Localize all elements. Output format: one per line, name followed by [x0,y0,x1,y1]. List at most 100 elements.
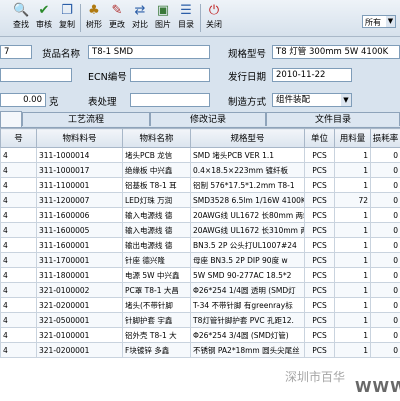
table-cell[interactable]: Φ26*254 3/4圆 (SMD灯管) [191,328,305,343]
date-field[interactable]: 2010-11-22 [272,68,352,82]
spec-field[interactable]: T8 灯管 300mm 5W 4100K [272,45,400,59]
table-cell[interactable]: 堵头PCB 龙信 [123,148,191,163]
table-cell[interactable]: 0 [371,193,400,208]
table-row[interactable]: 4311-1600005输入电源线 德20AWG线 UL1672 长310mm … [1,223,400,238]
tab-process[interactable]: 工艺流程 [22,112,150,126]
table-row[interactable]: 4321-0500001针脚护套 宇鑫T8灯管针脚护套 PVC 孔距12.PCS… [1,313,400,328]
table-cell[interactable]: 1 [335,283,371,298]
table-cell[interactable]: PCS [305,298,335,313]
table-cell[interactable]: 0 [371,268,400,283]
ecn-field[interactable] [130,68,210,82]
table-cell[interactable]: 311-1200007 [37,193,123,208]
table-cell[interactable]: 输入电源线 德 [123,223,191,238]
table-cell[interactable]: 4 [1,283,37,298]
table-cell[interactable]: PCS [305,163,335,178]
table-cell[interactable]: LED灯珠 万润 [123,193,191,208]
table-cell[interactable]: 4 [1,313,37,328]
table-cell[interactable]: PCS [305,178,335,193]
table-row[interactable]: 4321-0100002PC罩 T8-1 大昌Φ26*254 1/4圆 透明 (… [1,283,400,298]
table-cell[interactable]: 1 [335,178,371,193]
column-header[interactable]: 用料量 [335,129,371,148]
table-cell[interactable]: 1 [335,163,371,178]
table-cell[interactable]: PCS [305,343,335,358]
table-cell[interactable]: 311-1600005 [37,223,123,238]
table-cell[interactable]: 311-1600006 [37,208,123,223]
table-cell[interactable]: 0 [371,298,400,313]
table-cell[interactable]: 1 [335,223,371,238]
table-row[interactable]: 4321-0200001F块镀锌 多鑫不锈钢 PA2*18mm 圆头尖尾丝PCS… [1,343,400,358]
table-cell[interactable]: 311-1100001 [37,178,123,193]
table-cell[interactable]: 4 [1,178,37,193]
table-cell[interactable]: BN3.5 2P 公头打UL1007#24 [191,238,305,253]
table-cell[interactable]: 1 [335,253,371,268]
tab-bom[interactable] [0,111,22,127]
filter-select[interactable]: 所有 ▼ [362,15,396,28]
table-cell[interactable]: 1 [335,313,371,328]
table-cell[interactable]: 0 [371,208,400,223]
part-number-field[interactable]: 7 [0,45,32,59]
table-cell[interactable]: 4 [1,148,37,163]
table-cell[interactable]: 0 [371,148,400,163]
table-cell[interactable]: 4 [1,238,37,253]
table-cell[interactable]: 311-1800001 [37,268,123,283]
table-cell[interactable]: Φ26*254 1/4圆 透明 (SMD灯 [191,283,305,298]
table-cell[interactable]: 母座 BN3.5 2P DIP 90度 w [191,253,305,268]
tab-file-catalog[interactable]: 文件目录 [266,112,400,126]
table-row[interactable]: 4311-1800001电源 5W 中兴鑫5W SMD 90-277AC 18.… [1,268,400,283]
table-cell[interactable]: 4 [1,208,37,223]
table-row[interactable]: 4311-1700001针座 德兴隆母座 BN3.5 2P DIP 90度 wP… [1,253,400,268]
table-cell[interactable]: PCS [305,208,335,223]
table-cell[interactable]: 321-0500001 [37,313,123,328]
table-row[interactable]: 4311-1600001输出电源线 德BN3.5 2P 公头打UL1007#24… [1,238,400,253]
table-cell[interactable]: 0 [371,163,400,178]
table-row[interactable]: 4311-1000017绝缘板 中兴鑫0.4×18.5×223mm 镀纤板PCS… [1,163,400,178]
audit-button[interactable]: ✔ 审核 [33,1,55,35]
table-cell[interactable]: 0 [371,313,400,328]
table-cell[interactable]: T8灯管针脚护套 PVC 孔距12. [191,313,305,328]
copy-button[interactable]: ❐ 复制 [56,1,78,35]
table-cell[interactable]: SMD 堵头PCB VER 1.1 [191,148,305,163]
table-cell[interactable]: 0 [371,328,400,343]
table-cell[interactable]: 311-1700001 [37,253,123,268]
catalog-button[interactable]: ☰ 目录 [175,1,197,35]
table-cell[interactable]: 电源 5W 中兴鑫 [123,268,191,283]
table-cell[interactable]: 20AWG线 UL1672 长310mm 两端 [191,223,305,238]
table-cell[interactable]: 20AWG线 UL1672 长80mm 两端 [191,208,305,223]
table-row[interactable]: 4311-1100001铝基板 T8-1 耳铝制 576*17.5*1.2mm … [1,178,400,193]
close-button[interactable]: ⏻ 关闭 [203,1,225,35]
table-cell[interactable]: PCS [305,148,335,163]
tab-change-log[interactable]: 修改记录 [150,112,266,126]
table-cell[interactable]: 311-1000014 [37,148,123,163]
table-cell[interactable]: 321-0200001 [37,298,123,313]
table-cell[interactable]: 311-1600001 [37,238,123,253]
column-header[interactable]: 规格型号 [191,129,305,148]
table-cell[interactable]: PCS [305,268,335,283]
table-cell[interactable]: 绝缘板 中兴鑫 [123,163,191,178]
table-cell[interactable]: 4 [1,268,37,283]
method-select[interactable]: 组件装配 ▼ [272,93,352,107]
table-row[interactable]: 4321-0200001堵头(不带针脚T-34 不带针脚 有greenray标P… [1,298,400,313]
table-cell[interactable]: SMD3528 6.5lm 1/16W 4100K [191,193,305,208]
column-header[interactable]: 物料料号 [37,129,123,148]
find-button[interactable]: 🔍 查找 [10,1,32,35]
table-cell[interactable]: 5W SMD 90-277AC 18.5*2 [191,268,305,283]
table-cell[interactable]: 针脚护套 宇鑫 [123,313,191,328]
table-cell[interactable]: 72 [335,193,371,208]
table-cell[interactable]: 4 [1,223,37,238]
table-cell[interactable]: 321-0100002 [37,283,123,298]
blank-field[interactable] [0,68,72,82]
table-cell[interactable]: 4 [1,193,37,208]
column-header[interactable]: 损耗率 [371,129,400,148]
table-cell[interactable]: 4 [1,328,37,343]
surface-field[interactable] [130,93,210,107]
table-cell[interactable]: 4 [1,163,37,178]
table-cell[interactable]: 堵头(不带针脚 [123,298,191,313]
table-cell[interactable]: 针座 德兴隆 [123,253,191,268]
table-cell[interactable]: 1 [335,238,371,253]
table-cell[interactable]: PCS [305,193,335,208]
table-cell[interactable]: 不锈钢 PA2*18mm 圆头尖尾丝 [191,343,305,358]
compare-button[interactable]: ⇄ 对比 [129,1,151,35]
table-cell[interactable]: 1 [335,148,371,163]
table-cell[interactable]: PCS [305,238,335,253]
table-cell[interactable]: 321-0100001 [37,328,123,343]
